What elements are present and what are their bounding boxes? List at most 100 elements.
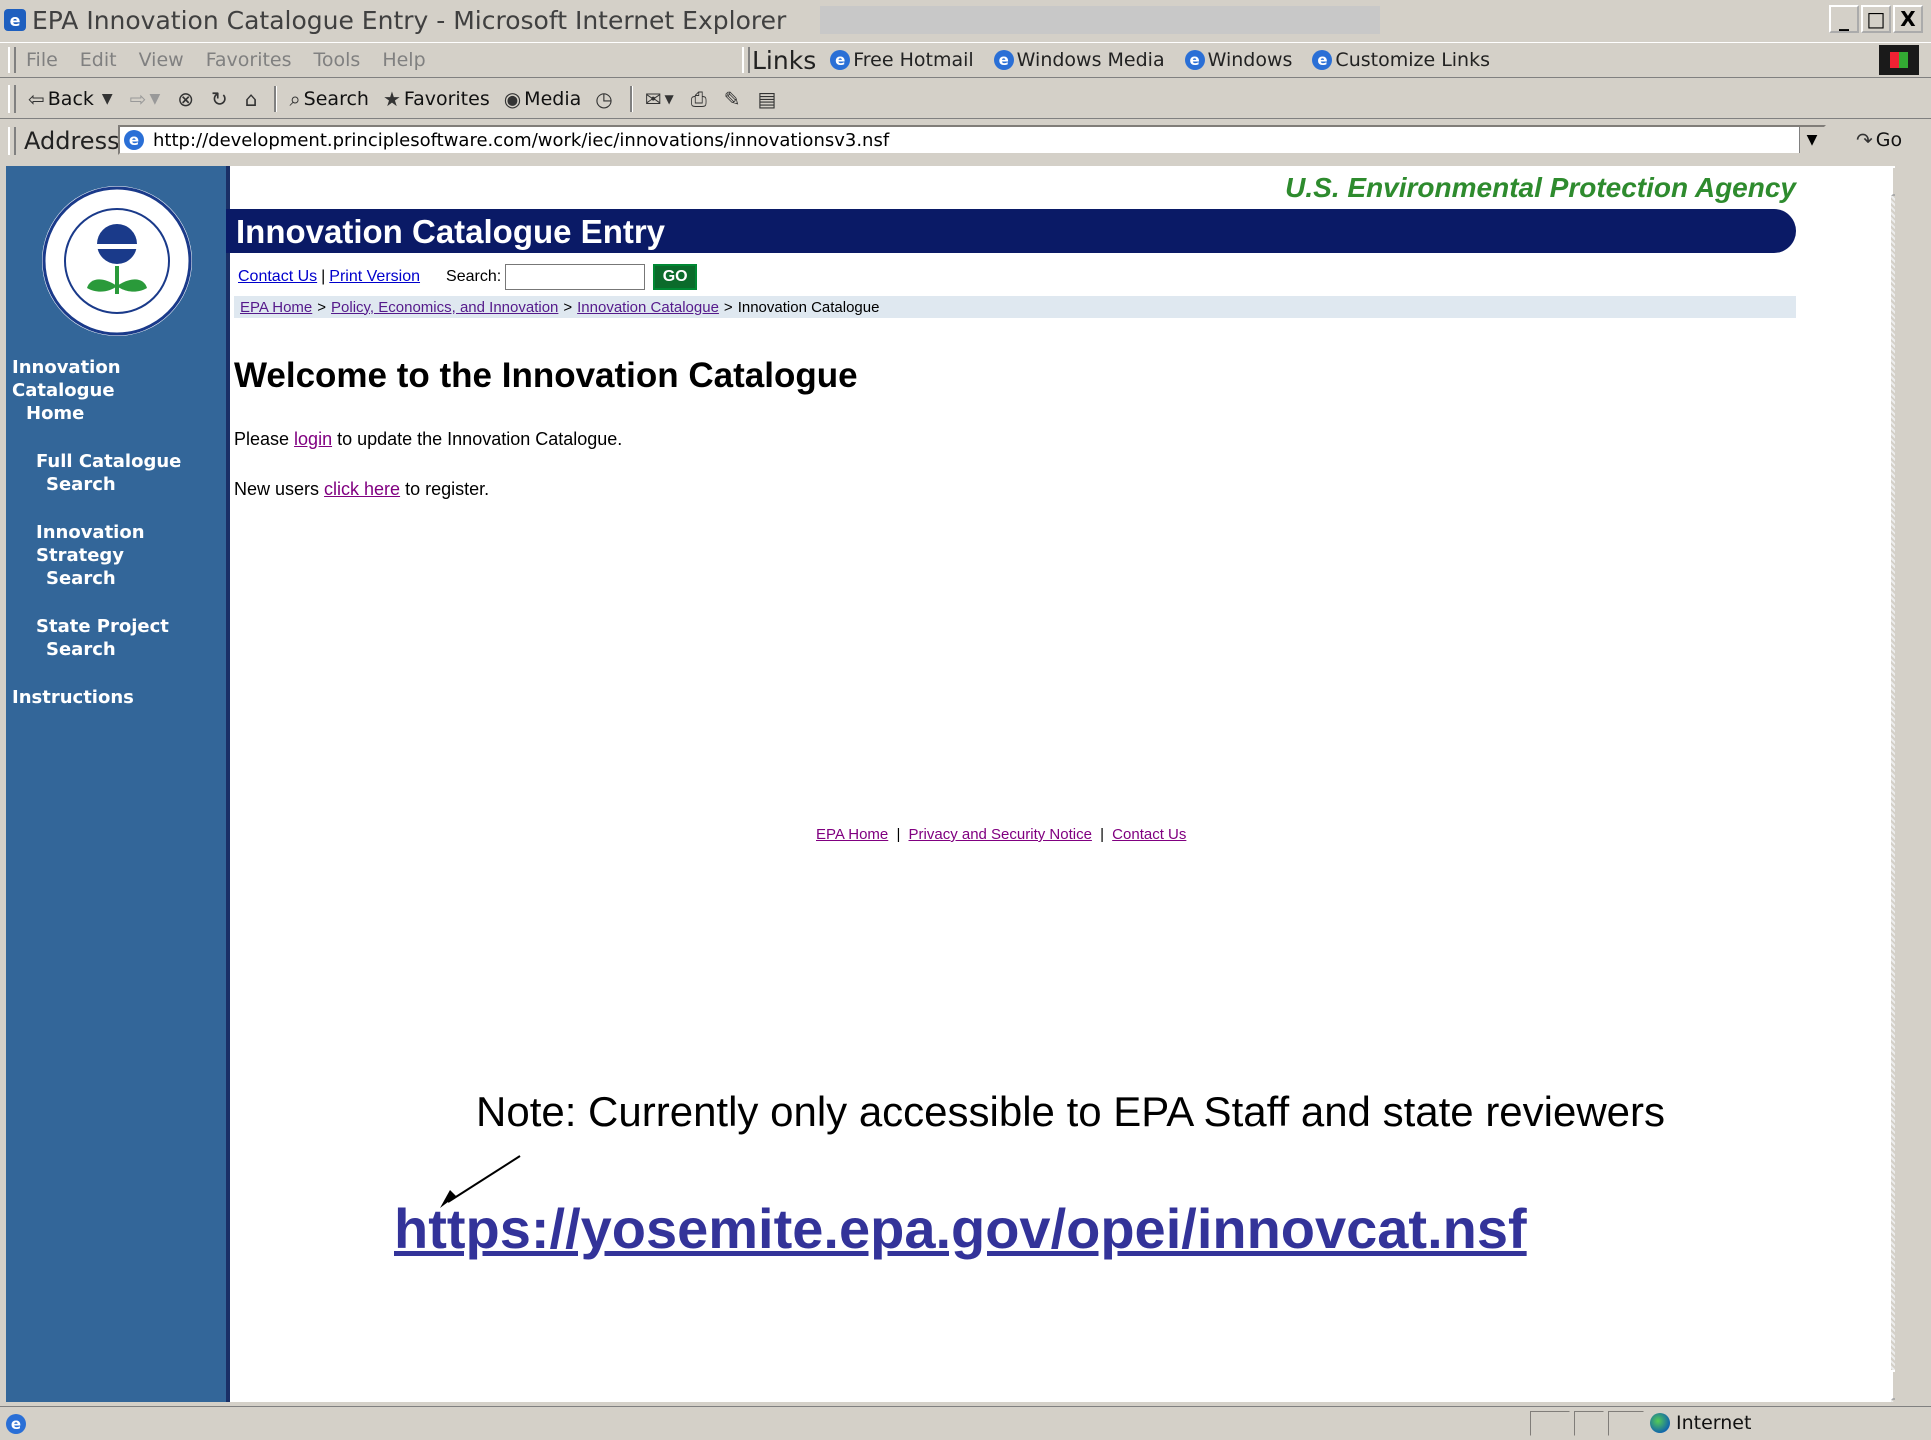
link-windows[interactable]: e Windows bbox=[1184, 49, 1292, 71]
menu-bar: File Edit View Favorites Tools Help Link… bbox=[0, 42, 1931, 78]
go-button[interactable]: ↷ Go bbox=[1856, 128, 1902, 152]
sidebar-item-label-line2: Search bbox=[46, 639, 116, 660]
vertical-scrollbar[interactable]: ▲ ▼ bbox=[1891, 166, 1895, 1402]
title-bar: e EPA Innovation Catalogue Entry - Micro… bbox=[0, 0, 1931, 40]
favorites-icon: ★ bbox=[382, 87, 401, 111]
login-prefix: Please bbox=[234, 429, 295, 449]
sidebar-item-innovation-strategy-search[interactable]: Innovation Strategy Search bbox=[6, 521, 226, 590]
status-bar: e Internet bbox=[0, 1406, 1931, 1440]
ie-page-icon: e bbox=[1312, 50, 1333, 70]
title-bar-fill bbox=[820, 6, 1380, 34]
refresh-button[interactable]: ↻ bbox=[211, 87, 231, 111]
login-link[interactable]: login bbox=[294, 429, 332, 449]
sidebar-item-label-line2: Search bbox=[46, 474, 116, 495]
ie-app-icon[interactable]: e bbox=[4, 9, 26, 31]
ie-page-icon: e bbox=[6, 1413, 26, 1434]
register-link[interactable]: click here bbox=[324, 479, 400, 499]
search-go-button[interactable]: GO bbox=[653, 264, 698, 290]
sidebar-item-label: Innovation Strategy bbox=[36, 522, 145, 566]
link-label: Windows Media bbox=[1016, 49, 1165, 71]
ie-page-icon: e bbox=[1184, 50, 1205, 70]
mail-button[interactable]: ✉ ▼ bbox=[645, 87, 677, 111]
breadcrumb-policy[interactable]: Policy, Economics, and Innovation bbox=[331, 299, 558, 316]
scroll-up-button[interactable]: ▲ bbox=[1891, 166, 1895, 196]
window-controls: _ □ X bbox=[1829, 5, 1923, 33]
menu-grip[interactable] bbox=[8, 47, 16, 73]
left-sidebar: Innovation Catalogue Home Full Catalogue… bbox=[6, 166, 230, 1402]
toolbar-grip[interactable] bbox=[8, 85, 16, 113]
footer-contact-link[interactable]: Contact Us bbox=[1112, 826, 1186, 843]
footer-epa-home-link[interactable]: EPA Home bbox=[816, 826, 888, 843]
menu-file[interactable]: File bbox=[26, 49, 58, 71]
dropdown-arrow-icon[interactable]: ▼ bbox=[149, 91, 160, 107]
home-button[interactable]: ⌂ bbox=[245, 87, 261, 111]
link-customize-links[interactable]: e Customize Links bbox=[1312, 49, 1490, 71]
maximize-button[interactable]: □ bbox=[1861, 5, 1891, 33]
menu-view[interactable]: View bbox=[139, 49, 184, 71]
sidebar-item-instructions[interactable]: Instructions bbox=[6, 686, 226, 709]
back-button[interactable]: ⇦ Back ▼ bbox=[28, 87, 116, 111]
yosemite-url-link[interactable]: https://yosemite.epa.gov/opei/innovcat.n… bbox=[394, 1196, 1527, 1261]
history-button[interactable]: ◷ bbox=[595, 87, 615, 111]
login-paragraph: Please login to update the Innovation Ca… bbox=[234, 429, 622, 450]
close-button[interactable]: X bbox=[1893, 5, 1923, 33]
welcome-heading: Welcome to the Innovation Catalogue bbox=[234, 356, 858, 395]
breadcrumb-separator: > bbox=[723, 298, 733, 316]
link-windows-media[interactable]: e Windows Media bbox=[993, 49, 1165, 71]
register-paragraph: New users click here to register. bbox=[234, 479, 489, 500]
page-footer: EPA Home | Privacy and Security Notice |… bbox=[816, 826, 1186, 843]
links-label[interactable]: Links bbox=[752, 46, 816, 75]
media-button[interactable]: ◉ Media bbox=[504, 87, 582, 111]
sidebar-item-state-project-search[interactable]: State Project Search bbox=[6, 615, 226, 661]
sidebar-item-label-line2: Home bbox=[26, 403, 85, 424]
address-dropdown-icon[interactable]: ▼ bbox=[1799, 127, 1824, 153]
ie-page-icon: e bbox=[124, 130, 144, 150]
favorites-button[interactable]: ★ Favorites bbox=[383, 87, 490, 111]
sidebar-nav: Innovation Catalogue Home Full Catalogue… bbox=[6, 356, 226, 734]
login-suffix: to update the Innovation Catalogue. bbox=[332, 429, 623, 449]
menu-favorites[interactable]: Favorites bbox=[206, 49, 292, 71]
sidebar-item-innovation-catalogue-home[interactable]: Innovation Catalogue Home bbox=[6, 356, 226, 425]
breadcrumb-innovation-catalogue[interactable]: Innovation Catalogue bbox=[577, 299, 719, 316]
register-prefix: New users bbox=[234, 479, 325, 499]
status-pane bbox=[1608, 1411, 1644, 1436]
forward-button[interactable]: ⇨ ▼ bbox=[130, 87, 164, 111]
menu-help[interactable]: Help bbox=[382, 49, 425, 71]
go-arrow-icon: ↷ bbox=[1856, 128, 1873, 152]
footer-separator: | bbox=[896, 826, 901, 843]
standard-toolbar: ⇦ Back ▼ ⇨ ▼ ⊗ ↻ ⌂ ⌕ Search ★ Favorites ◉ Medi… bbox=[0, 80, 1931, 119]
breadcrumb-epa-home[interactable]: EPA Home bbox=[240, 299, 312, 316]
stop-icon: ⊗ bbox=[177, 87, 194, 111]
ie-page-icon: e bbox=[830, 50, 851, 70]
stop-button[interactable]: ⊗ bbox=[177, 87, 197, 111]
zone-label: Internet bbox=[1676, 1412, 1752, 1434]
dropdown-arrow-icon[interactable]: ▼ bbox=[664, 92, 673, 106]
address-url[interactable]: http://development.principlesoftware.com… bbox=[153, 130, 889, 151]
media-label: Media bbox=[524, 88, 582, 110]
link-label: Customize Links bbox=[1335, 49, 1491, 71]
contact-us-link[interactable]: Contact Us bbox=[238, 268, 317, 286]
mail-icon: ✉ bbox=[644, 87, 662, 111]
link-free-hotmail[interactable]: e Free Hotmail bbox=[830, 49, 974, 71]
links-separator bbox=[742, 47, 750, 73]
toolbar-separator bbox=[274, 86, 278, 112]
address-input[interactable]: e http://development.principlesoftware.c… bbox=[118, 125, 1826, 155]
browser-window: e EPA Innovation Catalogue Entry - Micro… bbox=[0, 0, 1931, 1440]
sidebar-item-full-catalogue-search[interactable]: Full Catalogue Search bbox=[6, 450, 226, 496]
search-button[interactable]: ⌕ Search bbox=[289, 87, 368, 111]
access-note: Note: Currently only accessible to EPA S… bbox=[476, 1088, 1666, 1135]
minimize-button[interactable]: _ bbox=[1829, 5, 1859, 33]
dropdown-arrow-icon[interactable]: ▼ bbox=[102, 91, 113, 107]
discuss-button[interactable]: ▤ bbox=[757, 87, 779, 111]
breadcrumb-separator: > bbox=[563, 298, 573, 316]
edit-button[interactable]: ✎ bbox=[724, 87, 744, 111]
footer-privacy-link[interactable]: Privacy and Security Notice bbox=[909, 826, 1092, 843]
search-input[interactable] bbox=[505, 264, 646, 290]
menu-tools[interactable]: Tools bbox=[314, 49, 361, 71]
print-button[interactable]: ⎙ bbox=[691, 87, 710, 111]
print-version-link[interactable]: Print Version bbox=[329, 268, 420, 286]
print-icon: ⎙ bbox=[690, 87, 707, 111]
address-grip[interactable] bbox=[8, 127, 16, 155]
scroll-down-button[interactable]: ▼ bbox=[1891, 1370, 1895, 1400]
menu-edit[interactable]: Edit bbox=[80, 49, 117, 71]
